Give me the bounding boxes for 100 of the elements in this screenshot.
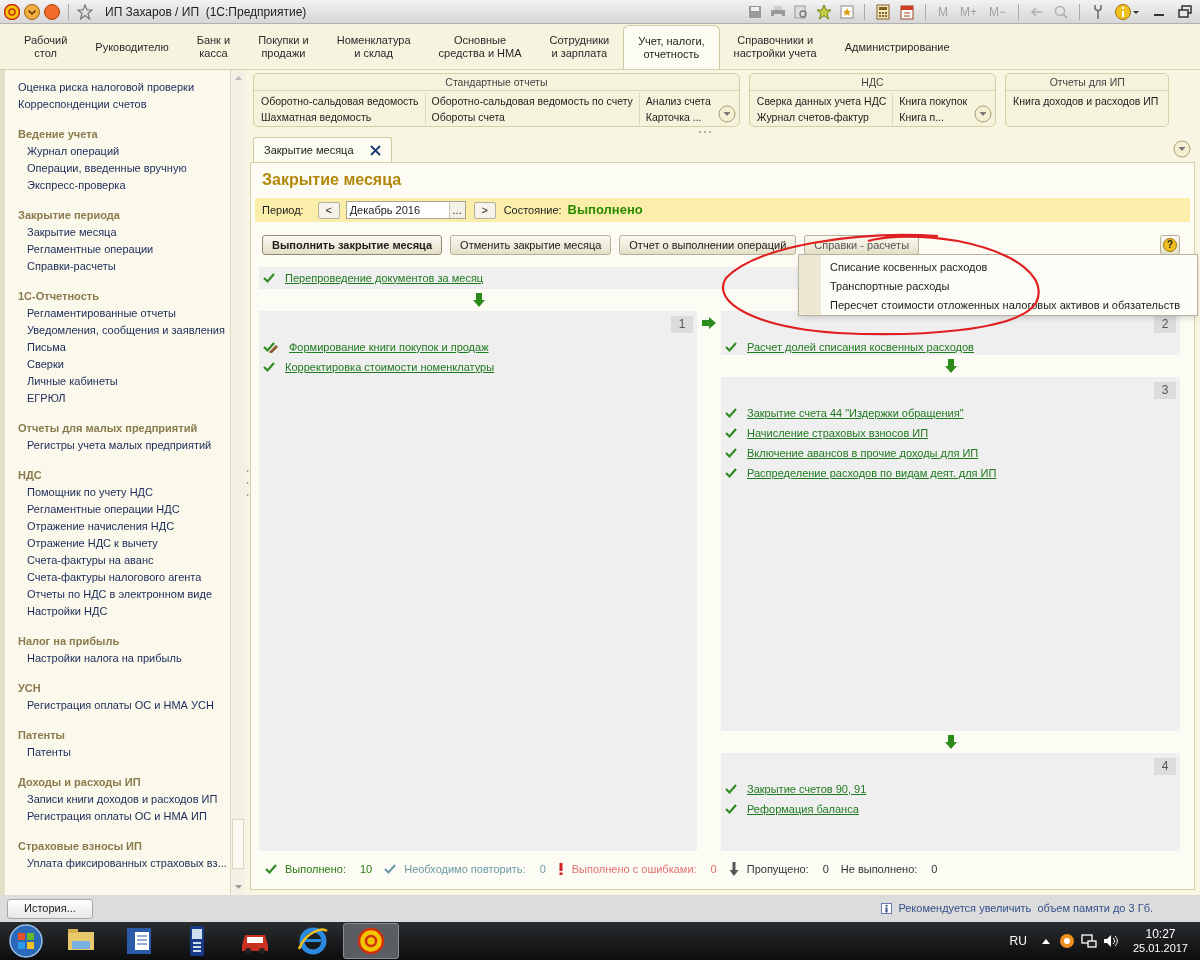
command-button[interactable]: Отчет о выполнении операций	[619, 235, 797, 255]
help-button[interactable]: ?	[1160, 235, 1180, 255]
history-button[interactable]: История...	[7, 898, 93, 919]
sidebar-link[interactable]: Корреспонденции счетов	[18, 96, 230, 113]
command-link[interactable]: Шахматная ведомость	[261, 109, 419, 125]
sidebar-link[interactable]: Регистрация оплаты ОС и НМА ИП	[18, 808, 230, 825]
app-logo-icon[interactable]	[4, 3, 20, 20]
section-tab[interactable]: Покупки и продажи	[244, 25, 323, 69]
language-indicator[interactable]: RU	[1009, 932, 1027, 950]
sidebar-link[interactable]: Записи книги доходов и расходов ИП	[18, 791, 230, 808]
sidebar-link[interactable]: Помощник по учету НДС	[18, 484, 230, 501]
sidebar-link[interactable]: Закрытие месяца	[18, 224, 230, 241]
clock-time[interactable]: 10:27	[1145, 927, 1176, 941]
info-menu-icon[interactable]	[1115, 3, 1141, 20]
circle-icon[interactable]	[44, 3, 60, 20]
star-icon[interactable]	[77, 3, 93, 20]
section-tab[interactable]: Рабочий стол	[10, 25, 82, 69]
command-link[interactable]: Оборотно-сальдовая ведомость	[261, 93, 419, 109]
expand-icon[interactable]	[717, 105, 736, 123]
command-link[interactable]: Карточка ...	[645, 109, 711, 125]
scroll-thumb[interactable]	[232, 819, 244, 869]
sidebar-link[interactable]: Оценка риска налоговой проверки	[18, 79, 230, 96]
previous-period-button[interactable]: <	[317, 201, 340, 219]
section-tab[interactable]: Справочники и настройки учета	[719, 25, 831, 69]
sidebar-link[interactable]: Уплата фиксированных страховых вз...	[18, 855, 230, 872]
splitter-handle-icon[interactable]	[698, 130, 712, 134]
network-icon[interactable]	[1080, 933, 1097, 949]
command-link[interactable]: Анализ счета	[645, 93, 711, 109]
sidebar-link[interactable]: Настройки налога на прибыль	[18, 650, 230, 667]
sidebar-link[interactable]: Письма	[18, 339, 230, 356]
command-link[interactable]: Журнал счетов-фактур	[756, 109, 887, 125]
sidebar-link[interactable]: ЕГРЮЛ	[18, 390, 230, 407]
calculator-icon[interactable]	[875, 3, 890, 20]
step-link[interactable]: Расчет долей списания косвенных расходов	[747, 338, 974, 356]
scrollbar[interactable]	[230, 70, 245, 895]
section-tab[interactable]: Учет, налоги, отчетность	[623, 25, 720, 69]
document-tab[interactable]: Закрытие месяца	[253, 137, 392, 162]
choose-period-button[interactable]: ...	[448, 202, 465, 218]
period-field[interactable]: Декабрь 2016 ...	[345, 201, 466, 219]
print-icon[interactable]	[769, 4, 786, 19]
section-tab[interactable]: Основные средства и НМА	[424, 25, 536, 69]
step-link[interactable]: Закрытие счетов 90, 91	[747, 780, 867, 798]
restore-icon[interactable]	[1178, 4, 1192, 19]
wrench-icon[interactable]	[1091, 3, 1105, 20]
calendar-icon[interactable]	[899, 3, 914, 20]
section-tab[interactable]: Банк и касса	[182, 25, 245, 69]
ring-icon[interactable]	[1058, 933, 1075, 949]
star-add-icon[interactable]	[815, 3, 832, 20]
sidebar-link[interactable]: Настройки НДС	[18, 603, 230, 620]
command-link[interactable]: Книга покупок	[899, 93, 968, 109]
run-closing-button[interactable]: Выполнить закрытие месяца	[262, 235, 443, 255]
expand-icon[interactable]	[974, 105, 993, 123]
sidebar-link[interactable]: Сверки	[18, 356, 230, 373]
save-icon[interactable]	[747, 4, 762, 19]
step-link[interactable]: Корректировка стоимости номенклатуры	[285, 358, 495, 376]
command-link[interactable]: Оборотно-сальдовая ведомость по счету	[431, 93, 633, 109]
section-tab[interactable]: Сотрудники и зарплата	[535, 25, 624, 69]
volume-icon[interactable]	[1102, 933, 1119, 949]
splitter-handle-icon[interactable]	[246, 467, 249, 498]
start-button-icon[interactable]	[8, 923, 44, 959]
sidebar-link[interactable]: Счета-фактуры налогового агента	[18, 569, 230, 586]
close-icon[interactable]	[369, 144, 381, 156]
sidebar-link[interactable]: Личные кабинеты	[18, 373, 230, 390]
sidebar-link[interactable]: Счета-фактуры на аванс	[18, 552, 230, 569]
menu-item[interactable]: Транспортные расходы	[821, 277, 1197, 296]
tray-expand-icon[interactable]	[1040, 937, 1051, 945]
sidebar-link[interactable]: Отражение НДС к вычету	[18, 535, 230, 552]
sidebar-link[interactable]: Регламентированные отчеты	[18, 305, 230, 322]
section-tab[interactable]: Администрирование	[830, 25, 964, 69]
sidebar-link[interactable]: Операции, введенные вручную	[18, 160, 230, 177]
sidebar-link[interactable]: Отчеты по НДС в электронном виде	[18, 586, 230, 603]
command-link[interactable]: Сверка данных учета НДС	[756, 93, 887, 109]
command-button[interactable]: Отменить закрытие месяца	[450, 235, 612, 255]
preview-icon[interactable]	[793, 4, 808, 19]
collapse-icon[interactable]	[1173, 140, 1191, 158]
step-link[interactable]: Распределение расходов по видам деят. для ИП	[747, 464, 997, 482]
sidebar-link[interactable]: Экспресс-проверка	[18, 177, 230, 194]
menu-item[interactable]: Списание косвенных расходов	[821, 258, 1197, 277]
step-link[interactable]: Включение авансов в прочие доходы для ИП	[747, 444, 979, 462]
command-link[interactable]: Книга п...	[899, 109, 968, 125]
step-link[interactable]: Реформация баланса	[747, 800, 859, 818]
sidebar-link[interactable]: Патенты	[18, 744, 230, 761]
command-link[interactable]: Обороты счета	[431, 109, 633, 125]
bookmark-star-icon[interactable]	[839, 4, 854, 19]
section-tab[interactable]: Номенклатура и склад	[322, 25, 425, 69]
sidebar-link[interactable]: Отражение начисления НДС	[18, 518, 230, 535]
sidebar-link[interactable]: Журнал операций	[18, 143, 230, 160]
sidebar-link[interactable]: Уведомления, сообщения и заявления	[18, 322, 230, 339]
step-link[interactable]: Формирование книги покупок и продаж	[289, 338, 489, 356]
section-tab[interactable]: Руководителю	[81, 25, 183, 69]
step-link[interactable]: Закрытие счета 44 "Издержки обращения"	[747, 404, 964, 422]
step-link[interactable]: Начисление страховых взносов ИП	[747, 424, 929, 442]
next-period-button[interactable]: >	[473, 201, 496, 219]
clock-date[interactable]: 25.01.2017	[1132, 941, 1188, 955]
step-link[interactable]: Перепроведение документов за месяц	[285, 269, 484, 287]
sidebar-link[interactable]: Регистры учета малых предприятий	[18, 437, 230, 454]
sidebar-link[interactable]: Регламентные операции	[18, 241, 230, 258]
sidebar-link[interactable]: Справки-расчеты	[18, 258, 230, 275]
sidebar-link[interactable]: Регистрация оплаты ОС и НМА УСН	[18, 697, 230, 714]
sidebar-link[interactable]: Регламентные операции НДС	[18, 501, 230, 518]
